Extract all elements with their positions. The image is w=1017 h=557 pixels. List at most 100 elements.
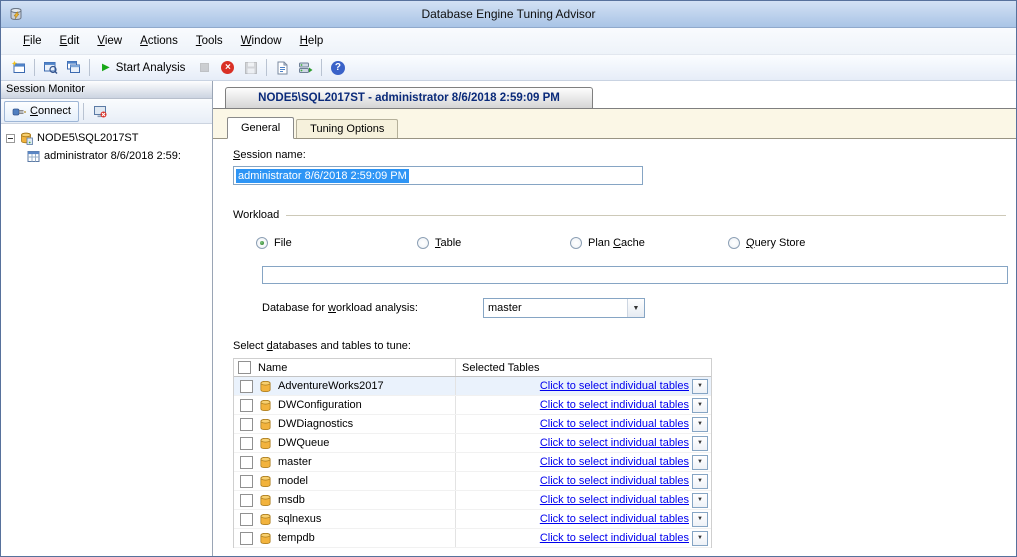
tab-tuning-options[interactable]: Tuning Options <box>296 119 398 138</box>
toolbar-separator <box>83 103 84 120</box>
tables-dropdown-button[interactable]: ▼ <box>692 455 708 470</box>
tree-node-server[interactable]: NODE5\SQL2017ST <box>1 129 212 147</box>
play-icon: ▶ <box>102 63 110 73</box>
select-tables-link[interactable]: Click to select individual tables <box>540 437 689 449</box>
db-analysis-label: Database for workload analysis: <box>262 302 418 314</box>
app-icon <box>8 6 24 22</box>
db-checkbox[interactable] <box>240 399 253 412</box>
delete-session-button[interactable]: × <box>216 57 239 79</box>
select-tables-link[interactable]: Click to select individual tables <box>540 399 689 411</box>
tables-dropdown-button[interactable]: ▼ <box>692 493 708 508</box>
apply-recommendations-button[interactable] <box>294 57 317 79</box>
table-row: AdventureWorks2017 Click to select indiv… <box>234 377 711 396</box>
tables-dropdown-button[interactable]: ▼ <box>692 436 708 451</box>
start-analysis-label: Start Analysis <box>116 62 186 74</box>
select-tables-link[interactable]: Click to select individual tables <box>540 456 689 468</box>
connect-label: Connect <box>30 105 71 117</box>
radio-file-label: File <box>274 237 292 249</box>
menu-window[interactable]: Window <box>232 30 291 52</box>
db-checkbox[interactable] <box>240 475 253 488</box>
radio-query-store[interactable]: Query Store <box>728 237 805 249</box>
new-session-button[interactable] <box>7 57 30 79</box>
radio-plan-cache-circle <box>570 237 582 249</box>
database-icon <box>259 494 272 507</box>
window-body: Session Monitor Connect <box>1 81 1016 556</box>
radio-file[interactable]: File <box>256 237 292 249</box>
session-name-input[interactable]: administrator 8/6/2018 2:59:09 PM <box>233 166 643 185</box>
menu-file[interactable]: File <box>14 30 51 52</box>
database-icon <box>259 456 272 469</box>
stop-icon <box>200 63 209 72</box>
select-tables-link[interactable]: Click to select individual tables <box>540 475 689 487</box>
menu-help[interactable]: Help <box>291 30 333 52</box>
tables-dropdown-button[interactable]: ▼ <box>692 531 708 546</box>
radio-table[interactable]: Table <box>417 237 461 249</box>
radio-table-label: Table <box>435 237 461 249</box>
connect-icon <box>12 105 26 118</box>
tables-dropdown-button[interactable]: ▼ <box>692 379 708 394</box>
select-tables-link[interactable]: Click to select individual tables <box>540 513 689 525</box>
import-workload-icon <box>276 61 289 75</box>
menu-actions[interactable]: Actions <box>131 30 187 52</box>
connect-button[interactable]: Connect <box>4 101 79 122</box>
select-tables-link[interactable]: Click to select individual tables <box>540 380 689 392</box>
help-icon: ? <box>331 61 345 75</box>
radio-table-circle <box>417 237 429 249</box>
group-divider <box>286 215 1006 216</box>
combo-arrow-icon[interactable]: ▼ <box>627 299 644 317</box>
help-button[interactable]: ? <box>326 57 349 79</box>
db-checkbox[interactable] <box>240 418 253 431</box>
workload-file-input[interactable] <box>262 266 1008 284</box>
database-icon <box>259 380 272 393</box>
session-tree: NODE5\SQL2017ST administrator 8/6/2018 2… <box>1 124 212 556</box>
main-toolbar: ▶ Start Analysis × <box>1 55 1016 81</box>
tab-general[interactable]: General <box>227 117 294 139</box>
tables-dropdown-button[interactable]: ▼ <box>692 417 708 432</box>
menu-view[interactable]: View <box>88 30 131 52</box>
select-all-checkbox[interactable] <box>238 361 251 374</box>
menu-edit[interactable]: Edit <box>51 30 89 52</box>
server-icon <box>19 131 33 145</box>
tables-dropdown-button[interactable]: ▼ <box>692 398 708 413</box>
db-name: tempdb <box>278 532 315 544</box>
tree-node-session[interactable]: administrator 8/6/2018 2:59: <box>1 147 212 165</box>
page-tab-strip: General Tuning Options <box>213 109 1016 139</box>
select-tables-link[interactable]: Click to select individual tables <box>540 418 689 430</box>
collapse-icon[interactable] <box>6 134 15 143</box>
radio-plan-cache[interactable]: Plan Cache <box>570 237 645 249</box>
table-row: master Click to select individual tables… <box>234 453 711 472</box>
open-session-button[interactable] <box>39 57 62 79</box>
menu-bar: File Edit View Actions Tools Window Help <box>1 28 1016 55</box>
import-workload-button[interactable] <box>271 57 294 79</box>
table-row: tempdb Click to select individual tables… <box>234 529 711 548</box>
select-tables-link[interactable]: Click to select individual tables <box>540 494 689 506</box>
stop-monitoring-button[interactable] <box>88 101 112 122</box>
view-facts-button[interactable] <box>62 57 85 79</box>
toolbar-separator <box>321 59 322 76</box>
new-session-icon <box>11 60 26 75</box>
tables-dropdown-button[interactable]: ▼ <box>692 474 708 489</box>
start-analysis-button[interactable]: ▶ Start Analysis <box>94 57 193 79</box>
table-header: Name Selected Tables <box>234 359 711 377</box>
session-document-tab[interactable]: NODE5\SQL2017ST - administrator 8/6/2018… <box>225 87 593 108</box>
table-row: sqlnexus Click to select individual tabl… <box>234 510 711 529</box>
database-icon <box>259 437 272 450</box>
db-analysis-combobox[interactable]: master ▼ <box>483 298 645 318</box>
db-checkbox[interactable] <box>240 380 253 393</box>
db-checkbox[interactable] <box>240 437 253 450</box>
db-checkbox[interactable] <box>240 513 253 526</box>
database-icon <box>259 513 272 526</box>
tables-dropdown-button[interactable]: ▼ <box>692 512 708 527</box>
db-checkbox[interactable] <box>240 532 253 545</box>
db-checkbox[interactable] <box>240 494 253 507</box>
db-checkbox[interactable] <box>240 456 253 469</box>
database-icon <box>259 418 272 431</box>
table-row: DWQueue Click to select individual table… <box>234 434 711 453</box>
db-name: sqlnexus <box>278 513 321 525</box>
menu-tools[interactable]: Tools <box>187 30 232 52</box>
toolbar-separator <box>89 59 90 76</box>
db-name: msdb <box>278 494 305 506</box>
app-window: Database Engine Tuning Advisor File Edit… <box>0 0 1017 557</box>
session-monitor-toolbar: Connect <box>1 99 212 124</box>
select-tables-link[interactable]: Click to select individual tables <box>540 532 689 544</box>
